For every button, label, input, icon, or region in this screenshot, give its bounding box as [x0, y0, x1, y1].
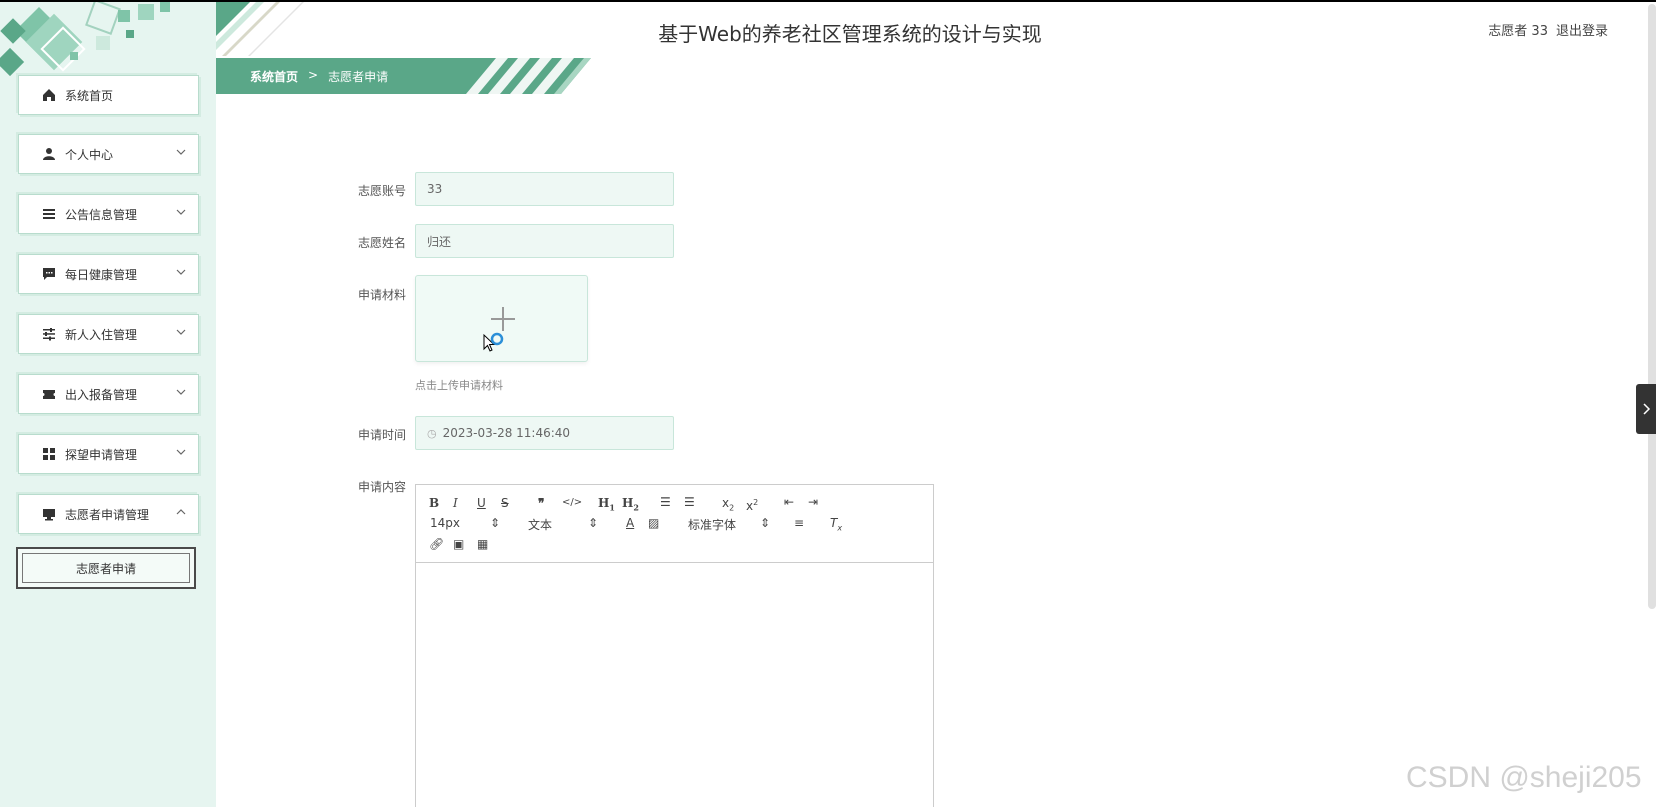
sidebar-item-personal-center[interactable]: 个人中心: [18, 134, 199, 174]
sidebar-item-home[interactable]: 系统首页: [18, 75, 199, 115]
sidebar-item-notice[interactable]: 公告信息管理: [18, 194, 199, 234]
header-decoration: [216, 2, 304, 56]
material-label: 申请材料: [357, 288, 406, 302]
bold-button[interactable]: B: [429, 496, 439, 510]
select-arrow-icon: ⇕: [759, 516, 770, 530]
heading2-button[interactable]: H2: [622, 496, 639, 514]
block-format-value: 文本: [528, 518, 553, 532]
upload-hint: 点击上传申请材料: [415, 379, 503, 392]
blockquote-icon[interactable]: ❞: [538, 496, 544, 510]
time-label: 申请时间: [357, 428, 406, 442]
sidebar-item-label: 每日健康管理: [65, 267, 138, 282]
clock-icon: ◷: [427, 426, 437, 440]
sidebar-subitem-volunteer-apply[interactable]: 志愿者申请: [16, 547, 196, 589]
italic-button[interactable]: I: [453, 496, 458, 510]
name-label: 志愿姓名: [357, 236, 406, 250]
sliders-icon: [41, 326, 57, 342]
sidebar-item-label: 个人中心: [65, 147, 114, 162]
sidebar-item-label: 出入报备管理: [65, 387, 138, 402]
chevron-down-icon: [176, 449, 186, 455]
breadcrumb-current: 志愿者申请: [328, 70, 389, 84]
heading1-button[interactable]: H1: [598, 496, 615, 514]
chevron-down-icon: [176, 329, 186, 335]
account-field[interactable]: 33: [415, 172, 674, 206]
font-color-button[interactable]: A: [626, 516, 634, 530]
indent-icon[interactable]: ⇥: [808, 495, 818, 509]
name-value: 归还: [427, 234, 452, 249]
watermark: CSDN @sheji205: [1406, 761, 1642, 794]
block-format-select[interactable]: 文本 ⇕: [528, 516, 598, 533]
font-size-select[interactable]: 14px ⇕: [430, 516, 500, 530]
bullet-list-icon[interactable]: ☰: [684, 495, 695, 509]
breadcrumb: 系统首页 > 志愿者申请: [216, 58, 591, 94]
home-icon: [41, 87, 57, 103]
sidebar-item-health[interactable]: 每日健康管理: [18, 254, 199, 294]
chevron-down-icon: [176, 149, 186, 155]
sidebar-decoration: [0, 2, 170, 77]
scrollbar[interactable]: [1648, 4, 1656, 609]
sidebar-item-label: 系统首页: [65, 88, 114, 103]
video-icon[interactable]: ▦: [477, 537, 488, 551]
side-panel-toggle[interactable]: [1636, 384, 1656, 434]
breadcrumb-separator: >: [308, 68, 319, 82]
chevron-up-icon: [176, 509, 186, 515]
chevron-right-icon: [1643, 403, 1651, 415]
plus-icon: [491, 307, 515, 331]
link-icon[interactable]: 🔗︎: [429, 537, 444, 551]
account-label: 志愿账号: [357, 184, 406, 198]
superscript-button[interactable]: x2: [746, 496, 758, 513]
breadcrumb-home[interactable]: 系统首页: [250, 68, 298, 85]
select-arrow-icon: ⇕: [489, 516, 500, 530]
content-label: 申请内容: [357, 480, 406, 494]
chevron-down-icon: [176, 269, 186, 275]
ordered-list-icon[interactable]: ☰: [660, 495, 671, 509]
select-arrow-icon: ⇕: [587, 516, 598, 530]
sidebar-item-report[interactable]: 出入报备管理: [18, 374, 199, 414]
font-size-value: 14px: [430, 516, 460, 530]
editor-toolbar: B I U S ❞ </> H1 H2 ☰ ☰ x2 x2 ⇤ ⇥ 14px ⇕…: [416, 485, 933, 563]
strikethrough-button[interactable]: S: [501, 496, 509, 510]
time-field[interactable]: ◷ 2023-03-28 11:46:40: [415, 416, 674, 450]
sidebar: 系统首页 个人中心 公告信息管理 每日健康管理 新人入住管理 出入报备管理 探望…: [0, 2, 216, 807]
subscript-button[interactable]: x2: [722, 496, 734, 515]
user-name: 志愿者 33: [1488, 24, 1548, 39]
ticket-icon: [41, 386, 57, 402]
list-icon: [41, 206, 57, 222]
sidebar-item-label: 新人入住管理: [65, 327, 138, 342]
underline-button[interactable]: U: [477, 496, 486, 510]
chevron-down-icon: [176, 389, 186, 395]
rich-text-editor: B I U S ❞ </> H1 H2 ☰ ☰ x2 x2 ⇤ ⇥ 14px ⇕…: [415, 484, 934, 807]
sidebar-item-checkin[interactable]: 新人入住管理: [18, 314, 199, 354]
page: 系统首页 个人中心 公告信息管理 每日健康管理 新人入住管理 出入报备管理 探望…: [0, 0, 1656, 807]
sidebar-item-label: 探望申请管理: [65, 447, 138, 462]
user-icon: [41, 146, 57, 162]
sidebar-subitem-label: 志愿者申请: [75, 561, 136, 576]
user-area: 志愿者 33 退出登录: [1488, 20, 1608, 39]
editor-content-area[interactable]: [416, 563, 933, 807]
align-icon[interactable]: ≡: [794, 516, 804, 530]
time-value: 2023-03-28 11:46:40: [442, 426, 571, 440]
name-field[interactable]: 归还: [415, 224, 674, 258]
sidebar-item-volunteer[interactable]: 志愿者申请管理: [18, 494, 199, 534]
image-icon[interactable]: ▣: [453, 537, 464, 551]
grid-icon: [41, 446, 57, 462]
chevron-down-icon: [176, 209, 186, 215]
font-family-value: 标准字体: [688, 518, 737, 532]
font-family-select[interactable]: 标准字体 ⇕: [688, 516, 770, 533]
outdent-icon[interactable]: ⇤: [784, 495, 794, 509]
logout-link[interactable]: 退出登录: [1556, 20, 1608, 39]
background-color-button[interactable]: ▨: [648, 516, 659, 530]
sidebar-item-label: 志愿者申请管理: [65, 507, 150, 522]
sidebar-item-label: 公告信息管理: [65, 207, 138, 222]
account-value: 33: [427, 182, 443, 196]
sidebar-item-visit[interactable]: 探望申请管理: [18, 434, 199, 474]
app-title: 基于Web的养老社区管理系统的设计与实现: [658, 22, 1042, 46]
clear-format-icon[interactable]: Tx: [830, 516, 842, 535]
chat-icon: [41, 266, 57, 282]
code-icon[interactable]: </>: [562, 496, 582, 510]
monitor-icon: [41, 506, 57, 522]
breadcrumb-text: 系统首页 > 志愿者申请: [250, 68, 388, 85]
mouse-cursor-icon: [483, 332, 504, 352]
